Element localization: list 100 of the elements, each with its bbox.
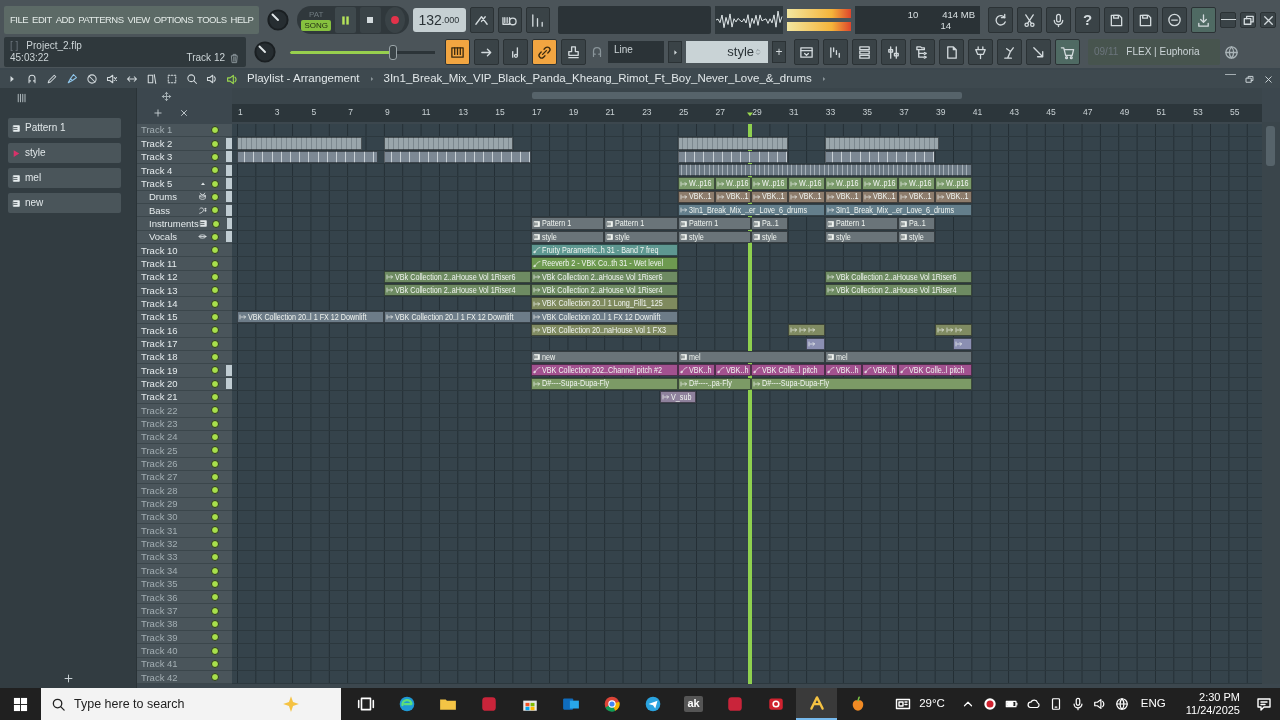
track-name[interactable]: Track 34 (141, 564, 178, 577)
clip[interactable]: Pattern 1 (604, 217, 678, 230)
clip[interactable]: Pa..1 (751, 217, 789, 230)
track-header[interactable]: Track 16 (137, 324, 232, 338)
track-name[interactable]: Track 32 (141, 538, 178, 550)
add-button[interactable]: + (772, 41, 786, 63)
weather-reading[interactable]: 29°C (919, 697, 945, 711)
clip[interactable]: W..p16 (714, 177, 752, 190)
track-name[interactable]: Track 21 (141, 391, 178, 403)
track-header[interactable]: Track 34 (137, 564, 232, 578)
clip[interactable]: VBK..h (714, 364, 752, 377)
menu-item[interactable]: PATTERNS (78, 14, 124, 26)
track-name[interactable]: Track 17 (141, 337, 178, 350)
clip[interactable]: W..p16 (824, 177, 862, 190)
track-name[interactable]: Track 11 (141, 257, 177, 270)
track-name[interactable]: Track 10 (141, 244, 178, 256)
clip[interactable]: Reeverb 2 - VBK Co..th 31 - Wet level (530, 257, 678, 270)
track-name[interactable]: Track 30 (141, 511, 178, 523)
track-header[interactable]: Instruments (137, 217, 232, 231)
menu-item[interactable]: HELP (230, 14, 254, 26)
track-name[interactable]: Track 1 (141, 124, 173, 136)
arrangement-name[interactable]: 3In1_Break_Mix_VIP_Black_Panda_Kheang_Rimot_Ft_Boy_Never_Love_&_drums (383, 72, 812, 86)
track-name[interactable]: Track 36 (141, 591, 178, 603)
track-name[interactable]: Track 40 (141, 644, 178, 657)
language-indicator[interactable]: ENG (1140, 697, 1166, 711)
track-header[interactable]: Track 25 (137, 444, 232, 458)
track-header[interactable]: Bass (137, 204, 232, 218)
track-name[interactable]: Track 15 (141, 311, 178, 323)
track-name[interactable]: Track 23 (141, 418, 178, 430)
clip[interactable]: Pa..1 (898, 217, 936, 230)
clip[interactable]: VBk Collection 2..aHouse Vol 1Riser4 (383, 284, 531, 297)
track-name[interactable]: Track 37 (141, 604, 178, 617)
track-header[interactable]: Track 36 (137, 591, 232, 605)
menu-item[interactable]: EDIT (32, 14, 52, 26)
track-name[interactable]: Track 16 (141, 324, 178, 336)
picker-item[interactable]: Pattern 1 (8, 118, 121, 138)
clip[interactable]: W..p16 (677, 177, 715, 190)
track-header[interactable]: Track 22 (137, 404, 232, 418)
news-title[interactable]: FLEX | Euphoria (1126, 46, 1200, 58)
track-name[interactable]: Track 31 (141, 524, 178, 537)
clip[interactable]: W..p16 (751, 177, 789, 190)
track-header[interactable]: Track 31 (137, 524, 232, 538)
clip[interactable]: 3In1_Break_Mix_..er_Love_6_drums (677, 204, 825, 217)
track-name[interactable]: Bass (149, 204, 171, 216)
track-header[interactable]: Track 5 (137, 177, 232, 191)
track-name[interactable]: Track 26 (141, 458, 178, 470)
track-header[interactable]: Track 39 (137, 631, 232, 645)
track-name[interactable]: Track 35 (141, 578, 178, 590)
track-name[interactable]: Track 24 (141, 431, 178, 443)
clip[interactable]: VBK Collection 20..l 1 Long_Fill1_125 (530, 297, 678, 310)
picker-item[interactable]: mel (8, 168, 121, 188)
track-name[interactable]: Track 41 (141, 658, 178, 670)
track-name[interactable]: Track 42 (141, 671, 178, 683)
taskbar-app[interactable]: ak (673, 688, 714, 720)
clip[interactable]: VBk Collection 2..aHouse Vol 1Riser4 (530, 284, 678, 297)
clip[interactable]: W..p16 (935, 177, 972, 190)
track-name[interactable]: Track 25 (141, 444, 178, 457)
track-header[interactable]: Track 4 (137, 164, 232, 178)
track-name[interactable]: Track 2 (141, 137, 173, 150)
clock-date[interactable]: 11/24/2025 (1185, 704, 1240, 718)
search-box[interactable]: Type here to search (41, 688, 341, 720)
picker-item[interactable]: new (8, 193, 121, 213)
track-name[interactable]: Track 20 (141, 378, 178, 390)
track-name[interactable]: Track 12 (141, 271, 178, 283)
track-name[interactable]: Track 33 (141, 551, 178, 563)
track-header[interactable]: Track 28 (137, 484, 232, 498)
menu-item[interactable]: FILE (10, 14, 29, 26)
clip[interactable]: 3In1_Break_Mix_..er_Love_6_drums (824, 204, 972, 217)
track-header[interactable]: Track 1 (137, 124, 232, 138)
clip[interactable]: W..p16 (788, 177, 825, 190)
track-name[interactable]: Track 5 (141, 177, 173, 190)
track-header[interactable]: Track 19 (137, 364, 232, 378)
clip[interactable]: VBK Colle..l pitch (751, 364, 825, 377)
track-header[interactable]: Track 14 (137, 297, 232, 311)
search-input[interactable]: Type here to search (74, 696, 274, 712)
track-header[interactable]: Track 13 (137, 284, 232, 298)
clip[interactable]: Pattern 1 (530, 217, 605, 230)
track-name[interactable]: Track 39 (141, 631, 178, 643)
track-header[interactable]: Track 11 (137, 257, 232, 271)
track-header[interactable]: Track 40 (137, 644, 232, 658)
clip[interactable]: VBk Collection 2..aHouse Vol 1Riser4 (824, 284, 972, 297)
pattern-selector[interactable]: style (686, 41, 768, 63)
clip[interactable]: Pattern 1 (824, 217, 899, 230)
menu-item[interactable]: OPTIONS (153, 14, 194, 26)
mode-button[interactable]: SONG (301, 20, 331, 31)
tempo-display[interactable]: 132.000 (413, 8, 466, 32)
track-name[interactable]: Instruments (149, 217, 199, 230)
clip[interactable]: VBK..h (824, 364, 862, 377)
track-name[interactable]: Track 3 (141, 151, 173, 163)
track-name[interactable]: Track 29 (141, 498, 178, 510)
track-name[interactable]: Track 28 (141, 484, 178, 497)
track-name[interactable]: Track 13 (141, 284, 178, 296)
track-name[interactable]: Track 27 (141, 471, 178, 483)
clip[interactable]: VBK Collection 202..Channel pitch #2 (530, 364, 678, 377)
clip[interactable]: VBK..h (861, 364, 899, 377)
track-name[interactable]: Track 18 (141, 351, 178, 363)
help-button[interactable]: ? (1075, 7, 1100, 33)
track-name[interactable]: Track 22 (141, 404, 178, 417)
mode-button[interactable]: PAT (301, 9, 331, 20)
clip[interactable]: Pattern 1 (677, 217, 752, 230)
